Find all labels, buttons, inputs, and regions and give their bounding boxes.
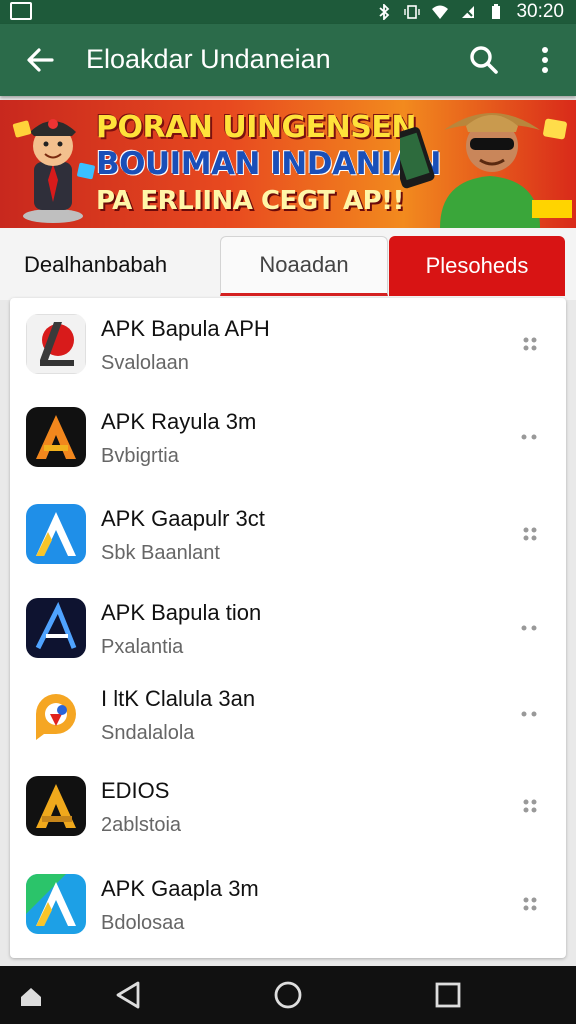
app-subtitle: Bvbigrtia: [101, 445, 179, 467]
app-bar: Eloakdar Undaneian: [0, 24, 576, 96]
list-item[interactable]: APK Gaapulr 3ct Sbk Baanlant: [10, 490, 566, 584]
app-name: APK Bapula tion: [101, 600, 262, 625]
back-nav-icon[interactable]: [112, 979, 144, 1011]
category-label: Dealhanbabah: [24, 252, 168, 277]
a-orange-icon: [26, 407, 86, 467]
more-icon[interactable]: [518, 427, 542, 447]
back-arrow-icon[interactable]: [22, 42, 58, 78]
home-nav-icon[interactable]: [272, 979, 304, 1011]
app-name: APK Rayula 3m: [101, 409, 257, 434]
tab-active[interactable]: Plesoheds: [389, 236, 565, 296]
a-black-gold-icon: [26, 776, 86, 836]
list-item[interactable]: I ltK Clalula 3an Sndalalola: [10, 670, 566, 764]
app-subtitle: Pxalantia: [101, 636, 184, 658]
p-orange-icon: [26, 684, 86, 744]
bluetooth-icon: [379, 4, 390, 20]
list-item[interactable]: APK Gaapla 3m Bdolosaa: [10, 860, 566, 954]
banner-headline-2: BOUIMAN INDANIAN: [96, 146, 441, 182]
list-item[interactable]: EDIOS 2ablstoia: [10, 762, 566, 856]
app-name: I ltK Clalula 3an: [101, 686, 256, 711]
page-title: Eloakdar Undaneian: [86, 44, 331, 74]
no-signal-icon: [462, 6, 475, 18]
a-dark-icon: [26, 598, 86, 658]
search-icon[interactable]: [466, 42, 502, 78]
list-item[interactable]: APK Rayula 3m Bvbigrtia: [10, 393, 566, 487]
more-vert-icon[interactable]: [530, 42, 560, 78]
promo-banner[interactable]: PORAN UINGENSEN BOUIMAN INDANIAN PA ERLI…: [0, 100, 576, 228]
tab-inactive[interactable]: Noaadan: [220, 236, 388, 296]
more-icon[interactable]: [518, 334, 542, 354]
more-icon[interactable]: [518, 524, 542, 544]
app-name: EDIOS: [101, 778, 170, 803]
more-icon[interactable]: [518, 796, 542, 816]
app-subtitle: Sbk Baanlant: [101, 542, 220, 564]
app-name: APK Gaapla 3m: [101, 876, 259, 901]
p-logo-icon: [26, 314, 86, 374]
mascot-icon: [12, 119, 95, 223]
status-time: 30:20: [516, 1, 564, 22]
list-item[interactable]: APK Bapula tion Pxalantia: [10, 584, 566, 678]
banner-headline-3: PA ERLIINA CEGT AP!!: [96, 186, 404, 216]
more-icon[interactable]: [518, 618, 542, 638]
home-small-icon[interactable]: [18, 984, 44, 1010]
wifi-icon: [432, 5, 449, 19]
app-subtitle: Svalolaan: [101, 352, 189, 374]
more-icon[interactable]: [518, 894, 542, 914]
gallery-icon: [10, 2, 32, 20]
app-subtitle: 2ablstoia: [101, 814, 182, 836]
man-with-phone-icon: [400, 113, 572, 228]
banner-headline-1: PORAN UINGENSEN: [96, 110, 416, 145]
app-subtitle: Bdolosaa: [101, 912, 185, 934]
status-icons: 30:20: [376, 1, 564, 23]
tabs-row: Dealhanbabah Noaadan Plesoheds: [0, 228, 576, 300]
a-blue-icon: [26, 504, 86, 564]
app-name: APK Bapula APH: [101, 316, 270, 341]
status-bar: 30:20: [0, 0, 576, 24]
battery-icon: [492, 4, 501, 19]
app-name: APK Gaapulr 3ct: [101, 506, 265, 531]
recents-nav-icon[interactable]: [432, 979, 464, 1011]
more-icon[interactable]: [518, 704, 542, 724]
app-list: APK Bapula APH Svalolaan APK Rayula 3m B…: [10, 298, 566, 958]
vibrate-icon: [404, 5, 421, 19]
a-green-blue-icon: [26, 874, 86, 934]
list-item[interactable]: APK Bapula APH Svalolaan: [10, 300, 566, 394]
system-nav-bar: [0, 966, 576, 1024]
app-subtitle: Sndalalola: [101, 722, 195, 744]
